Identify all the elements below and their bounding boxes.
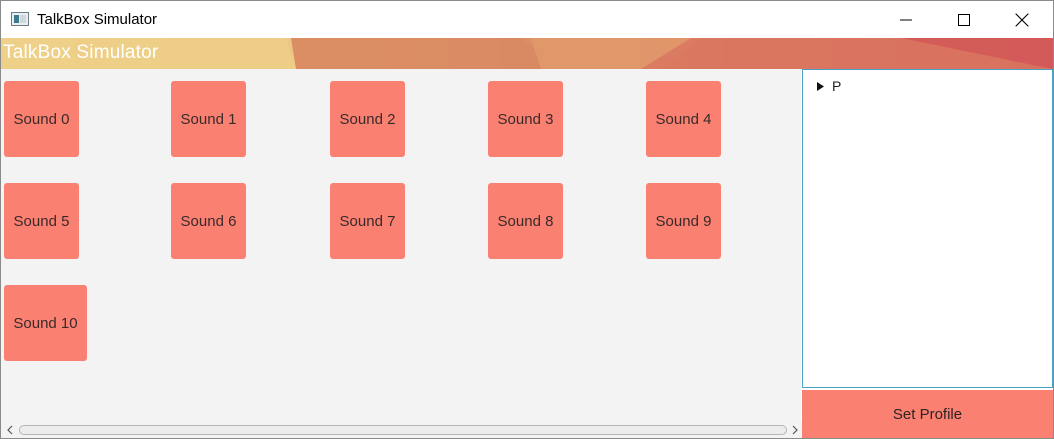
scroll-right-icon[interactable] <box>791 425 799 435</box>
tree-item-label: P <box>832 78 842 94</box>
banner-background <box>1 38 1053 69</box>
sound-button-0[interactable]: Sound 0 <box>4 81 79 157</box>
app-window: TalkBox Simulator TalkBox Simulator Soun… <box>0 0 1054 439</box>
sound-button-5[interactable]: Sound 5 <box>4 183 79 259</box>
sound-button-3[interactable]: Sound 3 <box>488 81 563 157</box>
scrollbar-thumb[interactable] <box>19 425 787 435</box>
scroll-left-icon[interactable] <box>6 425 14 435</box>
sound-button-2[interactable]: Sound 2 <box>330 81 405 157</box>
sound-grid: Sound 0 Sound 1 Sound 2 Sound 3 Sound 4 … <box>1 69 801 422</box>
set-profile-button[interactable]: Set Profile <box>802 390 1053 438</box>
close-button[interactable] <box>993 1 1051 38</box>
maximize-button[interactable] <box>935 1 993 38</box>
header-banner: TalkBox Simulator <box>1 38 1053 69</box>
close-icon <box>1015 13 1029 26</box>
sound-button-1[interactable]: Sound 1 <box>171 81 246 157</box>
sound-button-4[interactable]: Sound 4 <box>646 81 721 157</box>
app-icon <box>11 12 29 26</box>
sound-button-7[interactable]: Sound 7 <box>330 183 405 259</box>
sound-button-9[interactable]: Sound 9 <box>646 183 721 259</box>
sound-button-6[interactable]: Sound 6 <box>171 183 246 259</box>
banner-title: TalkBox Simulator <box>3 42 159 63</box>
title-bar[interactable]: TalkBox Simulator <box>1 1 1053 38</box>
maximize-icon <box>958 13 970 26</box>
triangle-right-icon[interactable] <box>817 81 824 91</box>
sound-button-10[interactable]: Sound 10 <box>4 285 87 361</box>
horizontal-scrollbar[interactable] <box>1 422 802 438</box>
minimize-button[interactable] <box>877 1 935 38</box>
profile-tree[interactable]: P <box>802 69 1053 388</box>
tree-item-p[interactable]: P <box>817 78 841 94</box>
window-title: TalkBox Simulator <box>37 11 158 28</box>
minimize-icon <box>900 19 912 20</box>
sound-button-8[interactable]: Sound 8 <box>488 183 563 259</box>
